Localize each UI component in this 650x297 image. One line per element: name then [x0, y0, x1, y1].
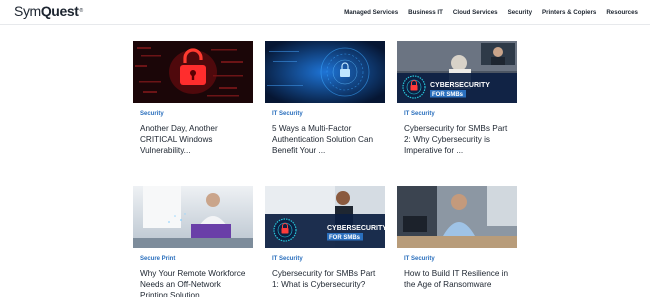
logo-trademark: ® — [79, 8, 84, 14]
post-title[interactable]: Another Day, Another CRITICAL Windows Vu… — [140, 123, 250, 156]
nav-resources[interactable]: Resources — [606, 9, 638, 16]
post-category[interactable]: IT Security — [272, 256, 382, 262]
post-image-man-at-desk[interactable] — [397, 186, 517, 248]
banner-line1: CYBERSECURITY — [430, 82, 490, 89]
banner-line2: FOR SMBs — [329, 235, 361, 241]
post-image-cybersecurity-woman[interactable]: CYBERSECURITY FOR SMBs — [265, 186, 385, 248]
post-image-remote-worker[interactable] — [133, 186, 253, 248]
nav-printers-copiers[interactable]: Printers & Copiers — [542, 9, 596, 16]
post-image-blue-padlock[interactable] — [265, 41, 385, 103]
post-image-cybersecurity-office[interactable]: CYBERSECURITY FOR SMBs — [397, 41, 517, 103]
post-category[interactable]: Secure Print — [140, 256, 250, 262]
post-category[interactable]: IT Security — [404, 111, 514, 117]
nav-business-it[interactable]: Business IT — [408, 9, 443, 16]
post-category[interactable]: IT Security — [272, 111, 382, 117]
post-title[interactable]: 5 Ways a Multi-Factor Authentication Sol… — [272, 123, 382, 156]
site-header: SymQuest® Managed Services Business IT C… — [0, 0, 650, 25]
post-category[interactable]: Security — [140, 111, 250, 117]
banner-line2: FOR SMBs — [432, 92, 464, 98]
post-title[interactable]: Why Your Remote Workforce Needs an Off-N… — [140, 268, 250, 297]
nav-cloud-services[interactable]: Cloud Services — [453, 9, 498, 16]
banner-line1: CYBERSECURITY — [327, 225, 385, 232]
post-title[interactable]: How to Build IT Resilience in the Age of… — [404, 268, 514, 290]
symquest-logo[interactable]: SymQuest® — [14, 2, 83, 20]
logo-text-bold: Quest — [40, 3, 79, 19]
logo-text-light: Sym — [14, 3, 41, 19]
nav-managed-services[interactable]: Managed Services — [344, 9, 398, 16]
post-category[interactable]: IT Security — [404, 256, 514, 262]
nav-security[interactable]: Security — [508, 9, 532, 16]
main-nav: Managed Services Business IT Cloud Servi… — [344, 9, 638, 16]
post-title[interactable]: Cybersecurity for SMBs Part 1: What is C… — [272, 268, 382, 290]
post-image-red-padlock[interactable] — [133, 41, 253, 103]
post-title[interactable]: Cybersecurity for SMBs Part 2: Why Cyber… — [404, 123, 514, 156]
